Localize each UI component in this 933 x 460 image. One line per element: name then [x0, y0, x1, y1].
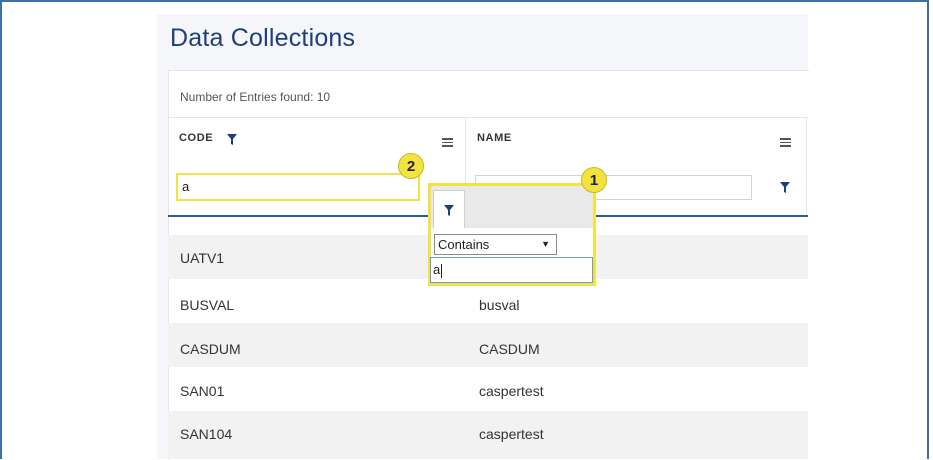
table-row[interactable]: SAN104 caspertest	[168, 411, 808, 459]
filter-popup: Contains ▼ a	[428, 183, 596, 286]
code-filter-input[interactable]: a	[176, 173, 420, 201]
entries-count: Number of Entries found: 10	[180, 90, 331, 104]
filter-operator-select[interactable]: Contains ▼	[434, 234, 557, 255]
cell-code: SAN01	[180, 383, 225, 399]
filter-funnel-icon	[444, 205, 454, 216]
filter-tab[interactable]	[433, 190, 465, 228]
cell-name: busval	[479, 297, 520, 313]
cell-code: BUSVAL	[180, 297, 235, 313]
cell-name: caspertest	[479, 383, 544, 399]
cell-code: SAN104	[180, 426, 233, 442]
filter-popup-header	[431, 186, 593, 228]
callout-badge-2: 2	[398, 153, 424, 179]
code-column-header[interactable]: CODE	[179, 132, 213, 144]
filter-value-input[interactable]: a	[430, 257, 593, 283]
callout-badge-1: 1	[581, 167, 607, 193]
cell-name: caspertest	[479, 426, 544, 442]
text-cursor	[441, 263, 443, 278]
page-title: Data Collections	[170, 24, 356, 52]
table-row[interactable]: SAN01 caspertest	[168, 367, 808, 411]
cell-name: CASDUM	[479, 341, 540, 357]
table-row[interactable]: CASDUM CASDUM	[168, 323, 808, 367]
name-column-menu-icon[interactable]	[780, 138, 791, 147]
column-divider	[806, 118, 807, 215]
filter-value-text: a	[433, 262, 441, 277]
cell-code: UATV1	[180, 250, 225, 266]
filter-operator-value: Contains	[438, 237, 490, 252]
header-divider	[168, 117, 808, 118]
name-filter-icon[interactable]	[780, 182, 790, 193]
code-column-menu-icon[interactable]	[442, 138, 453, 147]
dropdown-arrow-icon: ▼	[541, 239, 550, 249]
code-filter-active-icon[interactable]	[227, 134, 237, 145]
cell-code: CASDUM	[180, 341, 241, 357]
name-column-header[interactable]: NAME	[477, 132, 512, 144]
